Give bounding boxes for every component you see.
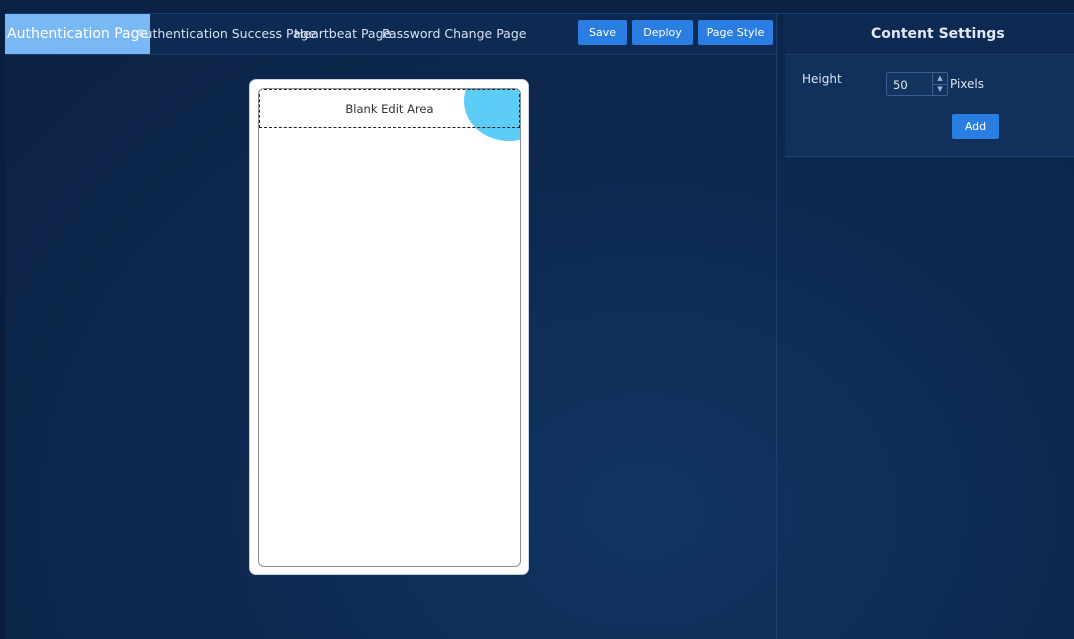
- tab-authentication-success-page[interactable]: Authentication Success Page: [136, 14, 316, 54]
- add-button[interactable]: Add: [952, 114, 999, 139]
- height-input[interactable]: 50 ▲ ▼: [886, 72, 948, 96]
- blank-edit-area[interactable]: Blank Edit Area: [259, 89, 520, 128]
- settings-panel: Height 50 ▲ ▼ Pixels Add: [785, 55, 1074, 157]
- editor-header: Authentication Page Authentication Succe…: [5, 14, 776, 55]
- page-editor-app: Authentication Page Authentication Succe…: [0, 0, 1074, 639]
- tab-password-change-page[interactable]: Password Change Page: [382, 14, 526, 54]
- height-label: Height: [802, 72, 842, 86]
- page-style-button[interactable]: Page Style: [698, 20, 773, 45]
- phone-screen: Blank Edit Area: [258, 88, 521, 567]
- height-value[interactable]: 50: [893, 73, 908, 95]
- save-button[interactable]: Save: [578, 20, 627, 45]
- tab-authentication-page[interactable]: Authentication Page: [5, 14, 151, 54]
- phone-preview: Blank Edit Area: [249, 79, 529, 575]
- chevron-down-icon[interactable]: ▼: [933, 84, 947, 95]
- unit-label: Pixels: [950, 77, 985, 91]
- tab-heartbeat-page[interactable]: Heartbeat Page: [294, 14, 391, 54]
- deploy-button[interactable]: Deploy: [632, 20, 693, 45]
- settings-header: Content Settings: [785, 14, 1074, 55]
- column-divider: [776, 14, 777, 639]
- settings-title: Content Settings: [871, 26, 1005, 42]
- height-stepper[interactable]: ▲ ▼: [932, 73, 947, 95]
- top-strip: [0, 0, 1074, 14]
- left-edge: [0, 13, 5, 639]
